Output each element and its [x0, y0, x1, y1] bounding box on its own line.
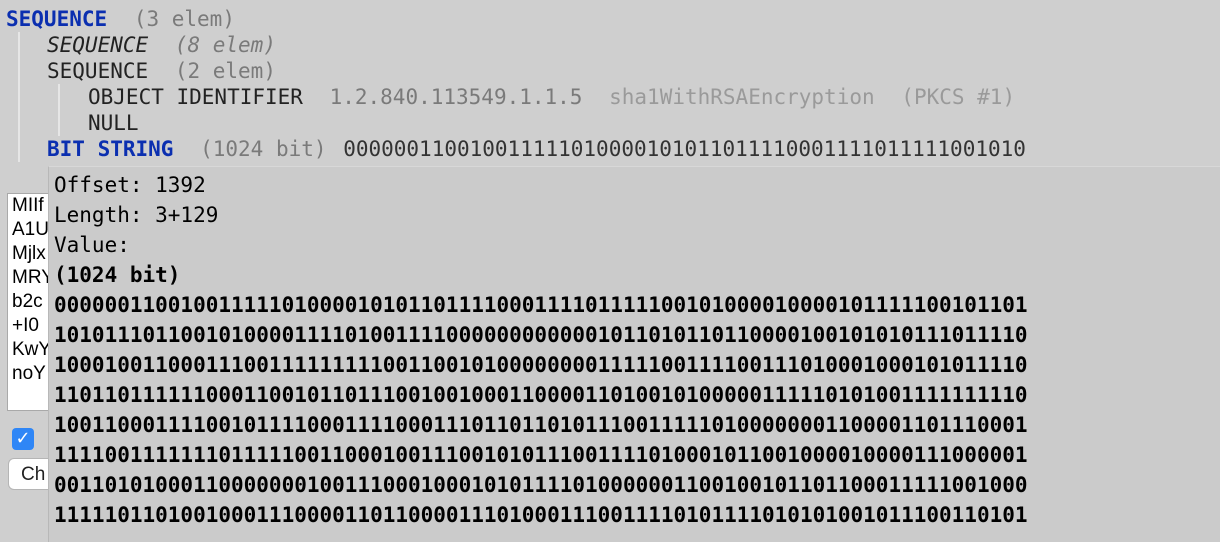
bit-info: (1024 bit) — [54, 263, 181, 287]
bit-line: 1000100110001110011111111100110010100000… — [54, 353, 1028, 377]
option-checkbox[interactable]: ✓ — [12, 428, 34, 450]
asn1-viewer: SEQUENCE (3 elem) SEQUENCE (8 elem) SEQU… — [0, 0, 1220, 542]
bit-line: 0011010100011000000010011100010001010111… — [54, 473, 1028, 497]
bit-line: 1111101101001000111000011011000011101000… — [54, 503, 1028, 527]
tree-node-sequence-tbs[interactable]: SEQUENCE (8 elem) — [47, 32, 276, 58]
node-type: NULL — [88, 111, 139, 135]
bit-line: 0000001100100111110100001010110111100011… — [54, 293, 1028, 317]
node-type: BIT STRING — [47, 137, 174, 161]
node-info: (2 elem) — [174, 59, 276, 83]
checkmark-icon: ✓ — [15, 428, 31, 449]
tree-node-bit-string[interactable]: BIT STRING (1024 bit) 000000110010011111… — [47, 136, 1026, 162]
bit-line: 1111001111111011111001100010011100101011… — [54, 443, 1028, 467]
node-type: SEQUENCE — [6, 7, 108, 31]
tree-node-sequence-algo[interactable]: SEQUENCE (2 elem) — [47, 58, 276, 84]
bit-line: 1101101111110001100101101110010010001100… — [54, 383, 1028, 407]
oid-note: (PKCS #1) — [901, 85, 1016, 109]
oid-value: 1.2.840.113549.1.1.5 — [329, 85, 583, 109]
asn1-tree: SEQUENCE (3 elem) SEQUENCE (8 elem) SEQU… — [0, 0, 1220, 170]
tree-node-null[interactable]: NULL — [88, 110, 139, 136]
bit-line: 1010111011001010000111101001111000000000… — [54, 323, 1028, 347]
tree-node-oid[interactable]: OBJECT IDENTIFIER 1.2.840.113549.1.1.5 s… — [88, 84, 1015, 110]
oid-name: sha1WithRSAEncryption — [609, 85, 875, 109]
bit-preview: 0000001100100111110100001010110111100011… — [343, 137, 1026, 161]
bit-line: 1001100011110010111100011110001110110110… — [54, 413, 1028, 437]
node-info: (8 elem) — [174, 33, 276, 57]
node-type: SEQUENCE — [47, 59, 149, 83]
node-info: (1024 bit) — [200, 137, 327, 161]
tree-node-sequence-root[interactable]: SEQUENCE (3 elem) — [6, 6, 235, 32]
tree-guide — [58, 84, 60, 136]
value-label: Value: — [54, 233, 130, 257]
tree-guide — [18, 32, 20, 162]
node-type: OBJECT IDENTIFIER — [88, 85, 303, 109]
offset-text: Offset: 1392 — [54, 173, 206, 197]
node-details-tooltip: Offset: 1392 Length: 3+129 Value: (1024 … — [48, 166, 1220, 542]
node-type: SEQUENCE — [47, 33, 149, 57]
node-info: (3 elem) — [133, 7, 235, 31]
length-text: Length: 3+129 — [54, 203, 219, 227]
